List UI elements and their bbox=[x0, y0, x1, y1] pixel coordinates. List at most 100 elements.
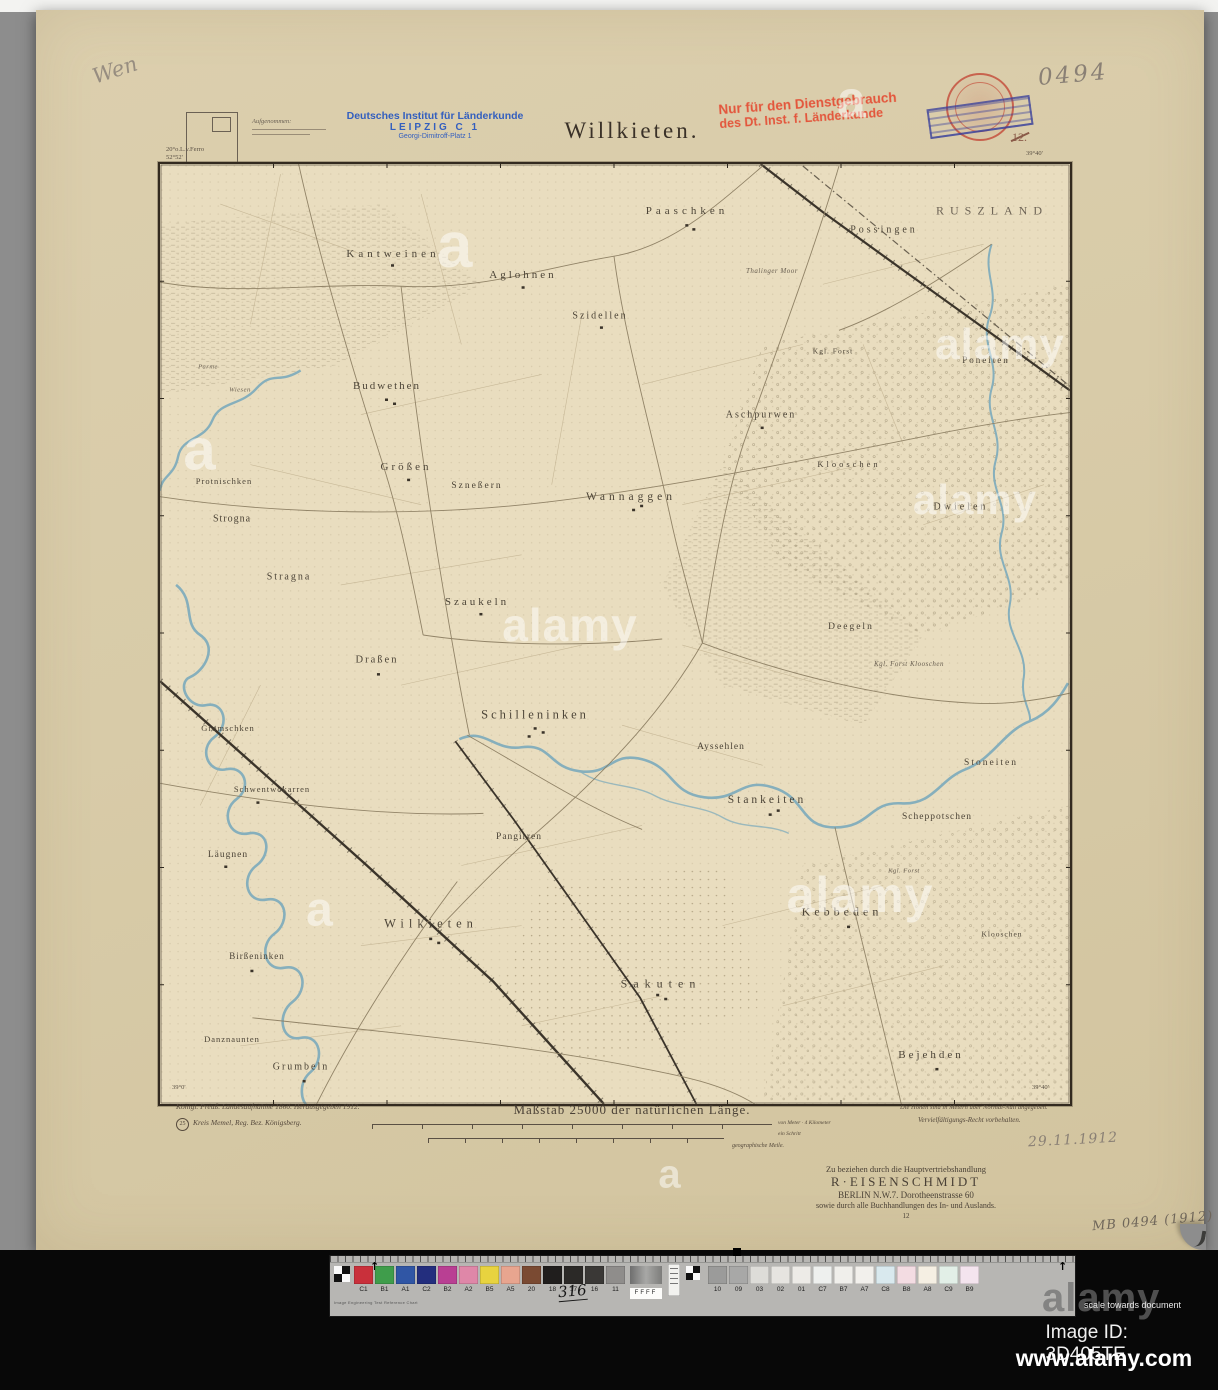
calibration-vertical-card bbox=[668, 1264, 680, 1296]
calibration-swatch-label: 02 bbox=[776, 1286, 785, 1293]
calibration-swatch bbox=[918, 1266, 937, 1284]
calibration-swatch bbox=[354, 1266, 373, 1284]
imprint-right-line2: Vervielfältigungs-Recht vorbehalten. bbox=[918, 1116, 1021, 1124]
map-label: Wilkieten bbox=[384, 916, 478, 931]
calibration-ruler bbox=[330, 1256, 1075, 1263]
calibration-swatch-label: C1 bbox=[359, 1286, 368, 1293]
map-label: Thalinger Moor bbox=[746, 267, 798, 275]
map-label: Schwentwokarren bbox=[233, 784, 311, 794]
calibration-patch: C1 bbox=[354, 1266, 373, 1293]
scale-title: Maßstab 25000 der natürlichen Länge. bbox=[513, 1102, 751, 1117]
calibration-swatch-label: B8 bbox=[902, 1286, 911, 1293]
calibration-swatch bbox=[543, 1266, 562, 1284]
calibration-swatch bbox=[792, 1266, 811, 1284]
calibration-patch: 10 bbox=[708, 1266, 727, 1293]
calibration-swatch-label: A1 bbox=[401, 1286, 410, 1293]
calibration-swatch bbox=[897, 1266, 916, 1284]
calibration-swatch-label: C9 bbox=[944, 1286, 953, 1293]
calibration-checker-left bbox=[334, 1266, 350, 1282]
map-label: Kgl. Forst Klooschen bbox=[873, 660, 945, 668]
calibration-swatch-label: C7 bbox=[818, 1286, 827, 1293]
map-label: Protnischken bbox=[195, 476, 253, 486]
coord-top-left-1: 20°o.L.v.Ferro bbox=[166, 146, 205, 153]
survey-note-label: Aufgenommen: bbox=[252, 118, 292, 125]
calibration-arrow-right: ↑ bbox=[1058, 1260, 1068, 1273]
calibration-swatch bbox=[708, 1266, 727, 1284]
calibration-swatch-label: A2 bbox=[464, 1286, 473, 1293]
calibration-swatch bbox=[438, 1266, 457, 1284]
calibration-patch: B9 bbox=[960, 1266, 979, 1293]
calibration-swatch-label: B5 bbox=[485, 1286, 494, 1293]
map-label: Stragna bbox=[266, 571, 312, 583]
calibration-patch: 02 bbox=[771, 1266, 790, 1293]
calibration-patch: B5 bbox=[480, 1266, 499, 1293]
calibration-patch: 03 bbox=[750, 1266, 769, 1293]
calibration-swatch bbox=[480, 1266, 499, 1284]
calibration-patch: 01 bbox=[792, 1266, 811, 1293]
coord-bottom-left: 39°0' bbox=[172, 1084, 186, 1091]
sheet-title: Willkieten. bbox=[564, 118, 700, 143]
map-label: Pangirren bbox=[496, 832, 542, 842]
calibration-swatch-label: 01 bbox=[797, 1286, 806, 1293]
map-label: Kebbeden bbox=[801, 904, 883, 919]
calibration-swatch bbox=[729, 1266, 748, 1284]
calibration-maker-note: Image Engineering Test Reference Chart bbox=[334, 1300, 418, 1305]
calibration-patch: C7 bbox=[813, 1266, 832, 1293]
scale-bar-meters[interactable] bbox=[372, 1124, 772, 1129]
coord-bottom-right: 39°40' bbox=[1032, 1084, 1049, 1091]
map-label: Scheppotschen bbox=[902, 812, 972, 822]
institute-stamp-line1: Deutsches Institut für Länderkunde bbox=[346, 110, 524, 122]
calibration-swatch-label: B1 bbox=[380, 1286, 389, 1293]
calibration-swatch bbox=[501, 1266, 520, 1284]
map-label-country: RUSZLAND bbox=[935, 203, 1049, 218]
calibration-swatch bbox=[855, 1266, 874, 1284]
map-artwork bbox=[160, 164, 1070, 1104]
calibration-patch: A5 bbox=[501, 1266, 520, 1293]
calibration-scale-note: scale towards document bbox=[1084, 1300, 1182, 1310]
map-label: Sakuten bbox=[620, 976, 702, 991]
map-label: Szneßern bbox=[451, 481, 503, 491]
survey-note-line2 bbox=[252, 134, 310, 135]
calibration-swatch bbox=[834, 1266, 853, 1284]
calibration-gradient-block bbox=[630, 1266, 662, 1284]
publisher-line1: Zu beziehen durch die Hauptvertriebshand… bbox=[825, 1164, 987, 1174]
calibration-patch: B1 bbox=[375, 1266, 394, 1293]
calibration-swatch bbox=[522, 1266, 541, 1284]
imprint-left-line2-text: Kreis Memel, Reg. Bez. Königsberg. bbox=[193, 1118, 302, 1127]
calibration-swatch bbox=[750, 1266, 769, 1284]
imprint-left-line1: Königl. Preuß. Landesaufnahme 1860. Hera… bbox=[176, 1102, 360, 1111]
calibration-swatch bbox=[459, 1266, 478, 1284]
calibration-swatch-label: B9 bbox=[965, 1286, 974, 1293]
calibration-swatch bbox=[417, 1266, 436, 1284]
map-label: Danznaunten bbox=[204, 1034, 260, 1044]
map-label: Draßen bbox=[355, 654, 399, 666]
coord-top-right: 39°40' bbox=[1026, 150, 1043, 157]
map-label: Parme bbox=[198, 363, 218, 371]
calibration-swatch-label: A8 bbox=[923, 1286, 932, 1293]
publisher-line4: sowie durch alle Buchhandlungen des In- … bbox=[816, 1201, 996, 1210]
calibration-patch: C8 bbox=[876, 1266, 895, 1293]
calibration-swatch bbox=[876, 1266, 895, 1284]
calibration-swatch-label: 10 bbox=[713, 1286, 722, 1293]
map-label: Läugnen bbox=[207, 850, 249, 860]
calibration-swatch-label: B2 bbox=[443, 1286, 452, 1293]
map-label: Grumbeln bbox=[272, 1061, 330, 1073]
calibration-patch: A1 bbox=[396, 1266, 415, 1293]
map-label: Aglohnen bbox=[489, 269, 557, 281]
map-label: Kgl. Forst bbox=[888, 867, 920, 875]
map-label: Klooschen bbox=[817, 459, 881, 469]
map-label: Possingen bbox=[850, 224, 918, 236]
calibration-patch: 16 bbox=[585, 1266, 604, 1293]
map-label: Wannaggen bbox=[586, 491, 676, 503]
calibration-handwritten: 316 bbox=[557, 1280, 588, 1303]
coord-top-left-2: 52°52' bbox=[166, 154, 183, 161]
survey-note: Aufgenommen: bbox=[252, 118, 342, 135]
scale-bar-schritt[interactable] bbox=[428, 1138, 724, 1143]
calibration-swatch bbox=[375, 1266, 394, 1284]
publisher-line3: BERLIN N.W.7. Dorotheenstrasse 60 bbox=[838, 1190, 974, 1200]
map-label: Schilleninken bbox=[481, 707, 589, 722]
calibration-swatch bbox=[396, 1266, 415, 1284]
survey-note-line1 bbox=[252, 129, 326, 130]
calibration-swatch-label: 09 bbox=[734, 1286, 743, 1293]
map-label: Budwethen bbox=[352, 380, 422, 392]
